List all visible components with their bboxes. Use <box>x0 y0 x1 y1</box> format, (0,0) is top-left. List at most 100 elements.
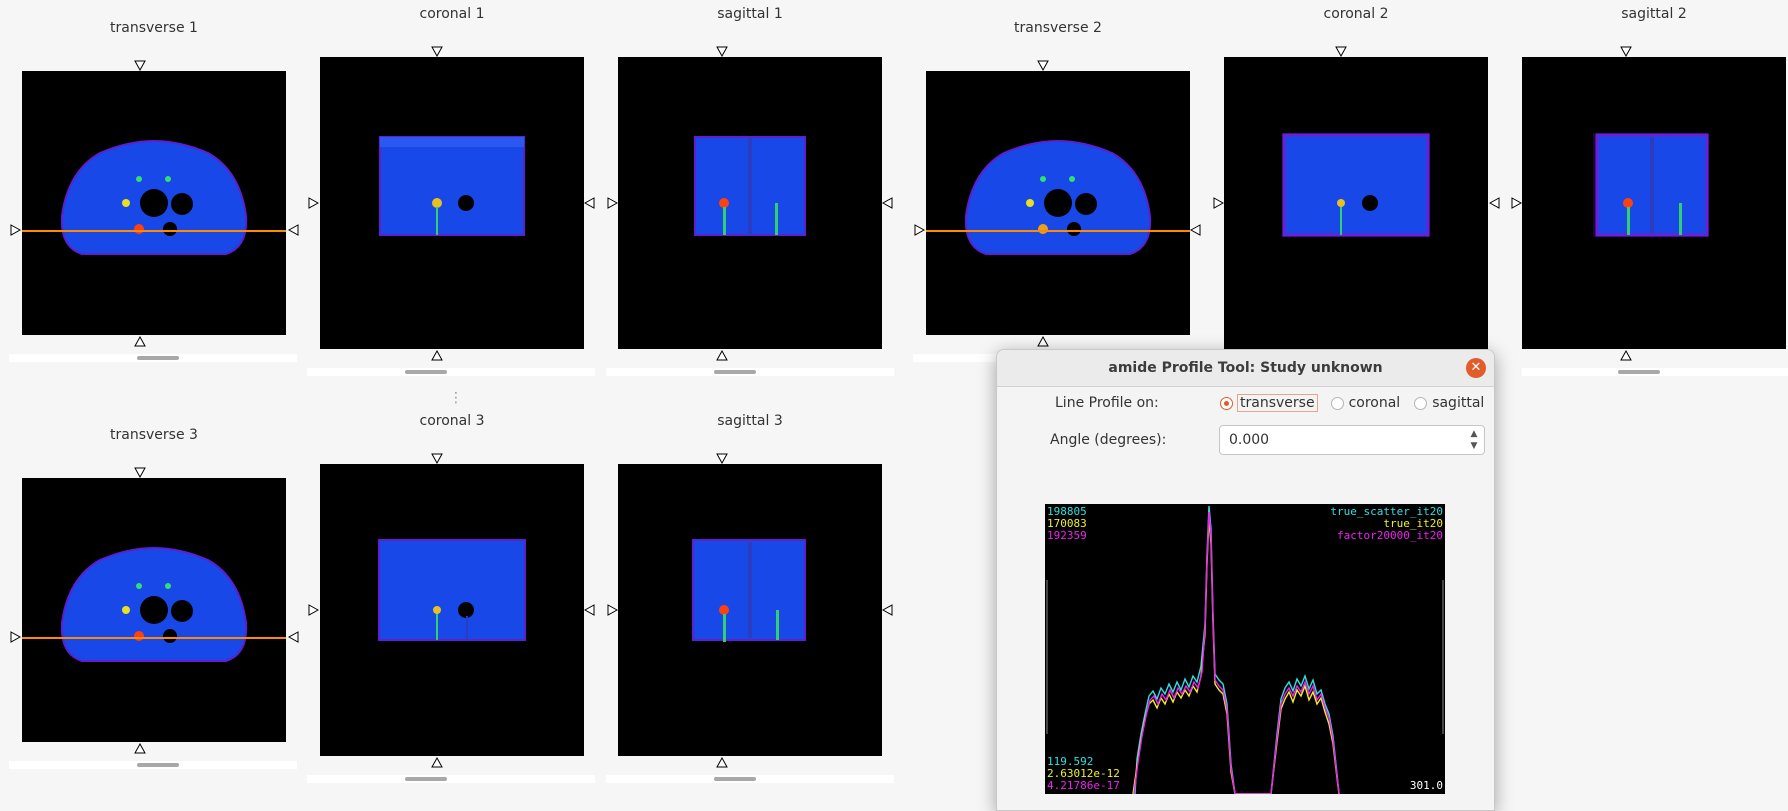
coronal-1-canvas[interactable] <box>320 57 584 349</box>
plot-legend: true_scatter_it20 true_it20 factor20000_… <box>1330 506 1443 542</box>
radio-transverse-label: transverse <box>1237 394 1318 412</box>
plot-max-values: 198805 170083 192359 <box>1047 506 1087 542</box>
pane-resize-handle-icon[interactable]: ⋮ <box>449 390 463 406</box>
coronal-3-right-marker-icon[interactable] <box>584 604 596 616</box>
coronal-2-left-marker-icon[interactable] <box>1212 197 1224 209</box>
radio-sagittal[interactable]: sagittal <box>1414 395 1484 411</box>
profile-line-magenta <box>1133 511 1340 794</box>
scroll-thumb[interactable] <box>137 356 179 360</box>
transverse-2-top-marker-icon[interactable] <box>1037 59 1049 71</box>
sagittal-2-scrollbar[interactable] <box>1522 368 1788 376</box>
view-label-transverse-1: transverse 1 <box>110 20 198 36</box>
sagittal-3-top-marker-icon[interactable] <box>716 452 728 464</box>
transverse-1-left-marker-icon[interactable] <box>9 224 21 236</box>
sagittal-3-bottom-marker-icon[interactable] <box>716 757 728 769</box>
transverse-1-canvas[interactable] <box>22 71 286 335</box>
sagittal-3-scrollbar[interactable] <box>606 775 894 783</box>
coronal-1-top-marker-icon[interactable] <box>431 45 443 57</box>
dialog-title: amide Profile Tool: Study unknown <box>1108 360 1383 376</box>
transverse-3-left-marker-icon[interactable] <box>9 631 21 643</box>
dialog-titlebar[interactable]: amide Profile Tool: Study unknown ✕ <box>997 350 1494 387</box>
transverse-1-right-marker-icon[interactable] <box>288 224 300 236</box>
coronal-2-canvas[interactable] <box>1224 57 1488 349</box>
transverse-2-right-marker-icon[interactable] <box>1190 224 1202 236</box>
radio-unselected-icon <box>1330 396 1344 410</box>
sagittal-1-canvas[interactable] <box>618 57 882 349</box>
radio-selected-icon <box>1220 396 1233 410</box>
view-label-coronal-3: coronal 3 <box>419 413 485 429</box>
sagittal-2-top-marker-icon[interactable] <box>1620 45 1632 57</box>
angle-spinbutton[interactable]: 0.000 ▲ ▼ <box>1219 425 1485 455</box>
view-label-coronal-2: coronal 2 <box>1323 6 1389 22</box>
transverse-1-scrollbar[interactable] <box>9 354 297 362</box>
line-profile-label: Line Profile on: <box>1055 395 1159 411</box>
coronal-1-right-marker-icon[interactable] <box>584 197 596 209</box>
sagittal-1-right-marker-icon[interactable] <box>882 197 894 209</box>
scroll-thumb[interactable] <box>1618 370 1660 374</box>
coronal-3-canvas[interactable] <box>320 464 584 756</box>
scroll-thumb[interactable] <box>714 777 756 781</box>
sagittal-3-left-marker-icon[interactable] <box>606 604 618 616</box>
transverse-2-scrollbar[interactable] <box>913 354 1003 362</box>
plot-x-readout: 301.0 <box>1409 779 1443 792</box>
max-value-3: 192359 <box>1047 529 1087 542</box>
view-label-coronal-1: coronal 1 <box>419 6 485 22</box>
coronal-3-scrollbar[interactable] <box>307 775 595 783</box>
coronal-3-bottom-marker-icon[interactable] <box>431 757 443 769</box>
scroll-thumb[interactable] <box>137 763 179 767</box>
plot-min-values: 119.592 2.63012e-12 4.21786e-17 <box>1047 756 1120 792</box>
coronal-3-top-marker-icon[interactable] <box>431 452 443 464</box>
view-label-transverse-3: transverse 3 <box>110 427 198 443</box>
scroll-thumb[interactable] <box>405 777 447 781</box>
view-label-transverse-2: transverse 2 <box>1014 20 1102 36</box>
coronal-3-left-marker-icon[interactable] <box>307 604 319 616</box>
transverse-3-canvas[interactable] <box>22 478 286 742</box>
spin-arrows[interactable]: ▲ ▼ <box>1468 428 1480 452</box>
transverse-2-bottom-marker-icon[interactable] <box>1037 336 1049 348</box>
legend-series-3: factor20000_it20 <box>1337 529 1443 542</box>
scroll-thumb[interactable] <box>405 370 447 374</box>
angle-value[interactable]: 0.000 <box>1229 432 1269 448</box>
profile-line-cyan <box>1134 505 1340 794</box>
sagittal-2-canvas[interactable] <box>1522 57 1786 349</box>
radio-transverse[interactable]: transverse <box>1220 394 1318 412</box>
profile-line-yellow <box>1132 517 1340 794</box>
radio-coronal-label: coronal <box>1348 395 1401 411</box>
chevron-up-icon[interactable]: ▲ <box>1468 428 1480 440</box>
profile-plot[interactable]: 198805 170083 192359 true_scatter_it20 t… <box>1045 504 1445 794</box>
transverse-3-bottom-marker-icon[interactable] <box>134 743 146 755</box>
view-label-sagittal-3: sagittal 3 <box>717 413 783 429</box>
line-profile-radio-group: transverse coronal sagittal <box>1220 394 1484 412</box>
transverse-1-bottom-marker-icon[interactable] <box>134 336 146 348</box>
radio-coronal[interactable]: coronal <box>1330 395 1401 411</box>
view-label-sagittal-1: sagittal 1 <box>717 6 783 22</box>
transverse-2-left-marker-icon[interactable] <box>913 224 925 236</box>
sagittal-1-scrollbar[interactable] <box>606 368 894 376</box>
radio-sagittal-label: sagittal <box>1432 395 1485 411</box>
sagittal-3-canvas[interactable] <box>618 464 882 756</box>
transverse-3-scrollbar[interactable] <box>9 761 297 769</box>
coronal-1-left-marker-icon[interactable] <box>307 197 319 209</box>
coronal-2-top-marker-icon[interactable] <box>1335 45 1347 57</box>
sagittal-3-right-marker-icon[interactable] <box>882 604 894 616</box>
coronal-1-scrollbar[interactable] <box>307 368 595 376</box>
sagittal-1-top-marker-icon[interactable] <box>716 45 728 57</box>
scroll-thumb[interactable] <box>714 370 756 374</box>
sagittal-1-bottom-marker-icon[interactable] <box>716 350 728 362</box>
coronal-2-right-marker-icon[interactable] <box>1489 197 1501 209</box>
sagittal-2-bottom-marker-icon[interactable] <box>1620 350 1632 362</box>
sagittal-1-left-marker-icon[interactable] <box>606 197 618 209</box>
min-value-3: 4.21786e-17 <box>1047 779 1120 792</box>
transverse-2-canvas[interactable] <box>926 71 1190 335</box>
radio-unselected-icon <box>1414 396 1428 410</box>
angle-label: Angle (degrees): <box>1050 432 1167 448</box>
sagittal-2-left-marker-icon[interactable] <box>1510 197 1522 209</box>
transverse-1-top-marker-icon[interactable] <box>134 59 146 71</box>
chevron-down-icon[interactable]: ▼ <box>1468 440 1480 452</box>
profile-tool-dialog: amide Profile Tool: Study unknown ✕ Line… <box>996 349 1495 811</box>
transverse-3-right-marker-icon[interactable] <box>288 631 300 643</box>
view-label-sagittal-2: sagittal 2 <box>1621 6 1687 22</box>
coronal-1-bottom-marker-icon[interactable] <box>431 350 443 362</box>
close-icon[interactable]: ✕ <box>1466 358 1486 378</box>
transverse-3-top-marker-icon[interactable] <box>134 466 146 478</box>
